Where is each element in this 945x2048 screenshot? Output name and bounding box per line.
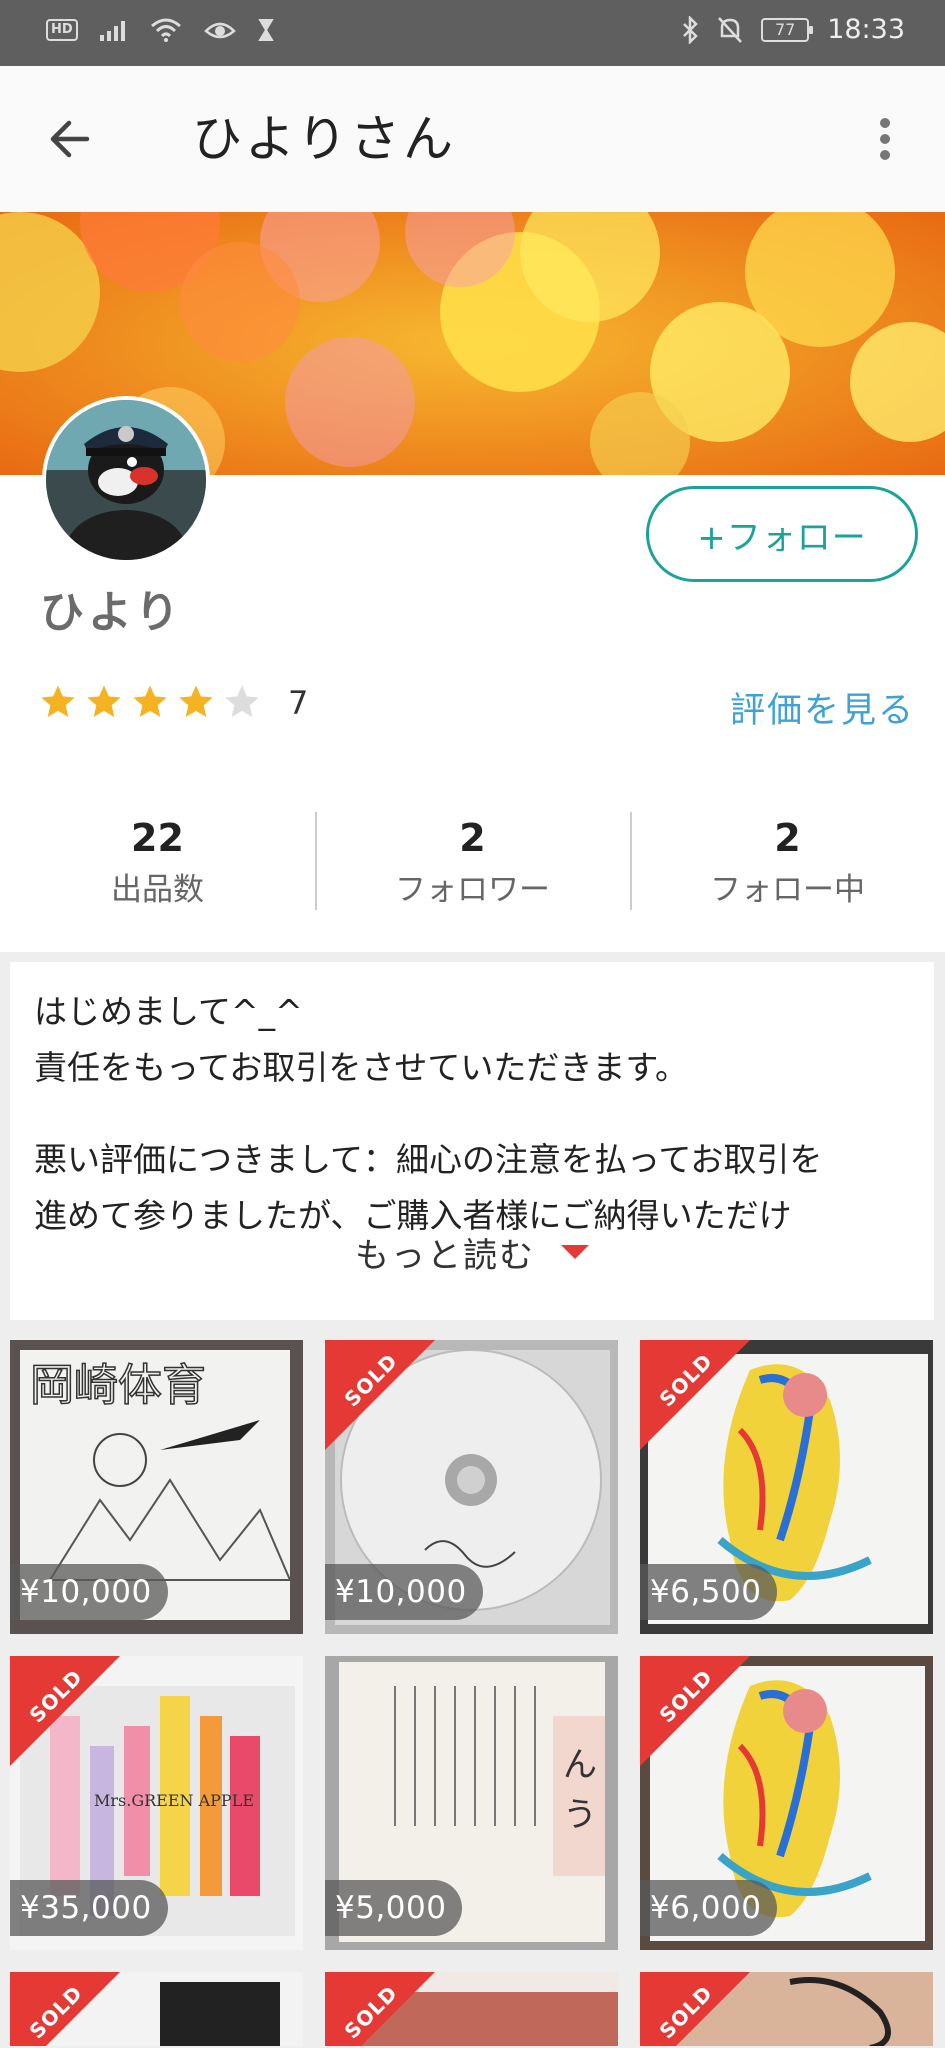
star-icon (179, 685, 213, 717)
sold-badge: SOLD (640, 1340, 750, 1450)
item-card[interactable]: 岡崎体育 ¥10,000 (10, 1340, 303, 1634)
item-price: ¥10,000 (10, 1564, 168, 1620)
battery-icon: 77 (761, 17, 814, 42)
overflow-menu-button[interactable] (865, 106, 905, 172)
item-card[interactable]: SOLD ¥6,000 (640, 1656, 933, 1950)
item-grid: 岡崎体育 ¥10,000 SOLD ¥10,000 SOLD ¥6,500 Mr… (10, 1340, 934, 1950)
item-card[interactable]: SOLD (325, 1972, 618, 2046)
app-bar: ひよりさん (0, 66, 945, 212)
user-name: ひより (40, 587, 184, 638)
bell-off-icon (717, 16, 743, 44)
caret-down-icon (561, 1245, 589, 1259)
avatar[interactable] (42, 396, 210, 564)
item-price: ¥35,000 (10, 1880, 168, 1936)
stat-following[interactable]: 2 フォロー中 (630, 800, 945, 910)
sold-badge: SOLD (10, 1972, 120, 2046)
follow-button[interactable]: +フォロー (646, 486, 918, 582)
page-title: ひよりさん (192, 110, 456, 168)
stat-value: 2 (774, 816, 801, 860)
svg-text:う: う (563, 1795, 597, 1835)
clock: 18:33 (827, 14, 905, 45)
stat-value: 22 (131, 816, 184, 860)
stat-value: 2 (459, 816, 486, 860)
sold-badge: SOLD (640, 1656, 750, 1766)
hd-icon: HD (46, 19, 78, 41)
view-reviews-link[interactable]: 評価を見る (730, 682, 915, 733)
item-price: ¥5,000 (325, 1880, 463, 1936)
item-grid-row-partial: SOLD SOLD SOLD (10, 1972, 934, 2046)
stats-row: 22 出品数 2 フォロワー 2 フォロー中 (0, 800, 945, 910)
read-more-button[interactable]: もっと読む (10, 1224, 934, 1280)
item-card[interactable]: SOLD (640, 1972, 933, 2046)
sold-badge: SOLD (325, 1972, 435, 2046)
bio-line: はじめまして^_^ (34, 992, 303, 1031)
svg-text:岡崎体育: 岡崎体育 (30, 1360, 206, 1411)
wifi-icon (150, 18, 182, 42)
item-card[interactable]: Mrs.GREEN APPLE SOLD ¥35,000 (10, 1656, 303, 1950)
stat-label: 出品数 (111, 872, 204, 908)
item-card[interactable]: SOLD ¥10,000 (325, 1340, 618, 1634)
item-price: ¥6,000 (640, 1880, 778, 1936)
bio-line: 悪い評価につきまして：細心の注意を払ってお取引を (34, 1140, 823, 1179)
rating-stars (38, 682, 262, 722)
signal-icon (99, 19, 128, 41)
star-icon (87, 685, 121, 717)
item-card[interactable]: SOLD (10, 1972, 303, 2046)
star-icon (133, 685, 167, 717)
stat-label: フォロワー (395, 872, 550, 908)
star-icon (41, 685, 75, 717)
item-price: ¥10,000 (325, 1564, 483, 1620)
stat-followers[interactable]: 2 フォロワー (315, 800, 630, 910)
item-card[interactable]: SOLD ¥6,500 (640, 1340, 933, 1634)
bio-section: はじめまして^_^ 責任をもってお取引をさせていただきます。 悪い評価につきまし… (10, 962, 934, 1320)
arrow-left-icon (50, 120, 90, 158)
rating-count: 7 (288, 684, 309, 722)
read-more-label: もっと読む (355, 1235, 535, 1276)
back-button[interactable] (36, 106, 102, 172)
svg-text:ん: ん (563, 1745, 597, 1785)
star-empty-icon (225, 685, 259, 717)
bio-text: はじめまして^_^ 責任をもってお取引をさせていただきます。 悪い評価につきまし… (34, 984, 914, 1244)
bluetooth-icon (681, 15, 699, 44)
hourglass-icon (257, 19, 274, 41)
more-vert-icon (880, 118, 890, 160)
svg-text:Mrs.GREEN APPLE: Mrs.GREEN APPLE (94, 1791, 254, 1810)
item-price: ¥6,500 (640, 1564, 778, 1620)
sold-badge: SOLD (10, 1656, 120, 1766)
stat-listings[interactable]: 22 出品数 (0, 800, 315, 910)
status-bar: HD 77 18:33 (0, 0, 945, 66)
sold-badge: SOLD (325, 1340, 435, 1450)
item-card[interactable]: ん う ¥5,000 (325, 1656, 618, 1950)
bio-line: 責任をもってお取引をさせていただきます。 (34, 1048, 689, 1087)
sold-badge: SOLD (640, 1972, 750, 2046)
stat-label: フォロー中 (710, 872, 865, 908)
eye-icon (203, 19, 236, 41)
